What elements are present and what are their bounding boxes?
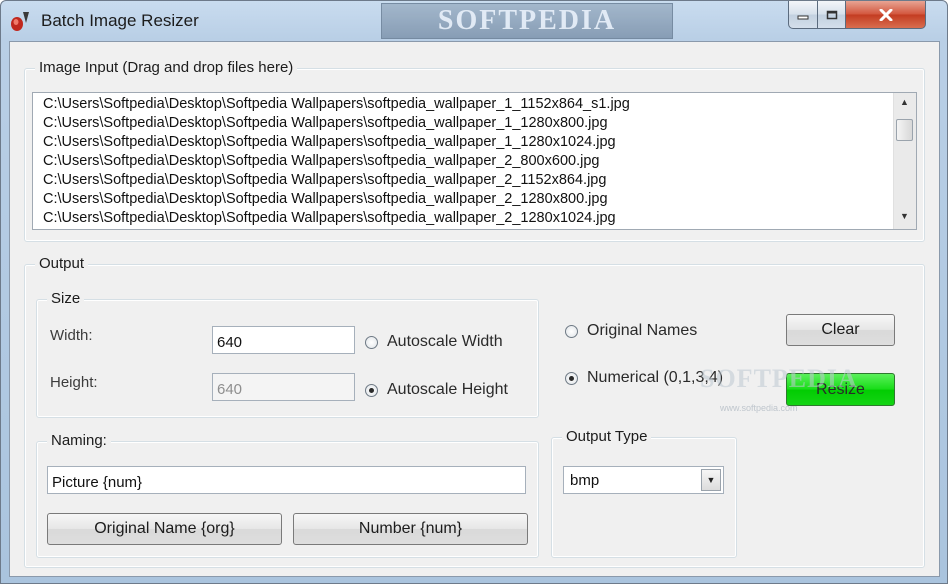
scroll-down-icon[interactable]: ▼ [900,211,909,221]
radio-circle[interactable] [365,335,378,349]
list-item[interactable]: C:\Users\Softpedia\Desktop\Softpedia Wal… [43,133,616,152]
naming-pattern-field[interactable] [47,466,526,494]
minimize-button[interactable] [788,1,818,29]
close-button[interactable] [846,1,926,29]
width-field[interactable] [212,326,355,354]
scroll-thumb[interactable] [896,119,913,141]
list-item[interactable]: C:\Users\Softpedia\Desktop\Softpedia Wal… [43,114,608,133]
title-bar[interactable]: Batch Image Resizer SOFTPEDIA [1,1,947,41]
original-names-radio[interactable]: Original Names [565,322,697,340]
main-window: Batch Image Resizer SOFTPEDIA Image Inpu… [0,0,948,584]
dropdown-arrow-icon[interactable]: ▼ [701,469,721,491]
list-scrollbar[interactable]: ▲ ▼ [893,93,916,229]
output-type-select[interactable]: bmp ▼ [563,466,724,494]
resize-button[interactable]: Resize [786,373,895,406]
autoscale-height-radio[interactable]: Autoscale Height [365,381,508,399]
maximize-button[interactable] [818,1,846,29]
radio-circle[interactable] [365,383,378,397]
image-file-list[interactable]: C:\Users\Softpedia\Desktop\Softpedia Wal… [32,92,917,230]
list-item[interactable]: C:\Users\Softpedia\Desktop\Softpedia Wal… [43,209,616,228]
clear-button[interactable]: Clear [786,314,895,346]
output-label: Output [35,255,89,272]
image-input-label: Image Input (Drag and drop files here) [35,59,298,76]
list-item[interactable]: C:\Users\Softpedia\Desktop\Softpedia Wal… [43,95,630,114]
number-button[interactable]: Number {num} [293,513,528,545]
autoscale-width-text: Autoscale Width [387,333,503,350]
list-item[interactable]: C:\Users\Softpedia\Desktop\Softpedia Wal… [43,190,608,209]
window-title: Batch Image Resizer [41,11,199,30]
original-names-text: Original Names [587,322,698,339]
radio-circle[interactable] [565,324,578,338]
height-field [212,373,355,401]
list-item[interactable]: C:\Users\Softpedia\Desktop\Softpedia Wal… [43,171,606,190]
numerical-radio[interactable]: Numerical (0,1,3,4) [565,369,723,387]
maximize-icon [826,10,837,19]
scroll-up-icon[interactable]: ▲ [900,97,909,107]
output-type-group: Output Type [551,428,737,558]
client-area: Image Input (Drag and drop files here) C… [9,41,940,577]
autoscale-height-text: Autoscale Height [387,381,508,398]
caption-buttons [788,1,926,31]
list-item[interactable]: C:\Users\Softpedia\Desktop\Softpedia Wal… [43,152,599,171]
minimize-icon [797,15,809,19]
output-type-label: Output Type [562,428,652,445]
close-icon [879,8,892,21]
radio-circle[interactable] [565,371,578,385]
title-watermark: SOFTPEDIA [381,3,673,39]
original-name-button[interactable]: Original Name {org} [47,513,282,545]
width-label: Width: [50,327,93,344]
naming-label: Naming: [47,432,111,449]
app-icon [11,12,29,31]
autoscale-width-radio[interactable]: Autoscale Width [365,333,503,351]
numerical-text: Numerical (0,1,3,4) [587,369,724,386]
output-type-value: bmp [570,472,600,489]
height-label: Height: [50,374,98,391]
size-label: Size [47,290,85,307]
